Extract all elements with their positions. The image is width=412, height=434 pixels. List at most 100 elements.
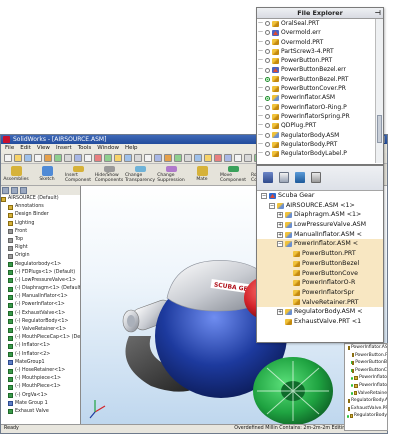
feature-tree-item[interactable]: (-) MouthPieceCap<1> (Default) — [1, 334, 80, 342]
menu-item-window[interactable]: Window — [97, 144, 119, 153]
tool-assembly-button[interactable]: Assemblies — [3, 166, 29, 183]
toolbar-icon[interactable] — [34, 154, 42, 162]
feature-tree-item[interactable]: (-) LowPressureValve<1> — [1, 277, 80, 285]
toolbar-icon[interactable] — [214, 154, 222, 162]
menu-item-edit[interactable]: Edit — [20, 144, 31, 153]
feature-tree-item[interactable]: (-) PowerInflator<1> — [1, 301, 80, 309]
feature-tree-item[interactable]: (-) HoseRetainer<1> — [1, 367, 80, 375]
feature-tree-item[interactable]: (-) RegulatorBody<1> — [1, 318, 80, 326]
toolbar-icon[interactable] — [114, 154, 122, 162]
file-list-item[interactable]: — RegulatorBody.PRT — [257, 140, 375, 149]
feature-tree-item[interactable]: Mate Group 1 — [1, 400, 80, 408]
tool-hide-show-button[interactable]: Hide/Show Components — [95, 166, 123, 183]
collapse-icon[interactable]: − — [269, 202, 275, 209]
toolbar-icon[interactable] — [184, 154, 192, 162]
feature-tree-root[interactable]: AIRSOURCE (Default) — [1, 195, 80, 203]
toolbar-icon[interactable] — [44, 154, 52, 162]
assembly-tree-item[interactable]: + LowPressureValve.ASM — [257, 220, 383, 230]
feature-tree-item[interactable]: Top — [1, 236, 80, 244]
file-list-item[interactable]: — PowerButtonBezel.PRT — [257, 75, 375, 84]
secondary-tree-item[interactable]: RegulatorBody.ASM — [345, 397, 387, 405]
tool-transparency-button[interactable]: Change Transparency — [125, 166, 155, 183]
secondary-tree-item[interactable]: ValveRetaine — [345, 390, 387, 398]
feature-tree-item[interactable]: (-) Mouthpiece<1> — [1, 375, 80, 383]
document-icon[interactable] — [279, 172, 289, 183]
view-icon[interactable] — [311, 172, 321, 183]
secondary-tree-item[interactable]: PowerInflator.ASM — [345, 344, 387, 352]
toolbar-icon[interactable] — [244, 154, 252, 162]
file-list-item[interactable]: — RegulatorBody.ASM — [257, 131, 375, 140]
toolbar-icon[interactable] — [84, 154, 92, 162]
assembly-tree-item[interactable]: PowerInflatorO-R — [257, 278, 383, 288]
expand-icon[interactable]: + — [277, 309, 283, 316]
secondary-tree-item[interactable]: PowerInflato — [345, 374, 387, 382]
refresh-icon[interactable] — [263, 172, 273, 183]
menu-item-view[interactable]: View — [37, 144, 50, 153]
toolbar-icon[interactable] — [194, 154, 202, 162]
tool-suppression-button[interactable]: Change Suppression — [157, 166, 185, 183]
feature-tree-item[interactable]: Design Binder — [1, 211, 80, 219]
toolbar-icon[interactable] — [174, 154, 182, 162]
feature-tree-item[interactable]: (-) ExhaustValve<1> — [1, 310, 80, 318]
toolbar-icon[interactable] — [4, 154, 12, 162]
feature-tree-item[interactable]: (-) Inflator<1> — [1, 342, 80, 350]
tool-insert-component-button[interactable]: Insert Component — [65, 166, 91, 183]
toolbar-icon[interactable] — [74, 154, 82, 162]
assembly-tree-root[interactable]: − Scuba Gear — [257, 191, 383, 201]
file-list-item[interactable]: — OralSeal.PRT — [257, 19, 375, 28]
feature-tree-item[interactable]: Right — [1, 244, 80, 252]
feature-tree-item[interactable]: Origin — [1, 252, 80, 260]
assembly-tree-item[interactable]: + RegulatorBody.ASM < — [257, 307, 383, 317]
pin-icon[interactable]: ⊣ — [375, 8, 381, 18]
expand-icon[interactable]: + — [277, 221, 283, 228]
feature-tree-item[interactable]: Front — [1, 228, 80, 236]
feature-tree-item[interactable]: (-) MouthPiece<1> — [1, 383, 80, 391]
expand-icon[interactable]: + — [277, 231, 283, 238]
file-list-item[interactable]: — PowerInflator.ASM — [257, 93, 375, 102]
feature-tree-item[interactable]: MateGroup1 — [1, 359, 80, 367]
file-list-item[interactable]: — PowerInflatorO-Ring.P — [257, 103, 375, 112]
assembly-tree-item[interactable]: + Diaphragm.ASM <1> — [257, 210, 383, 220]
config-tab-icon[interactable] — [20, 187, 27, 194]
feature-tab-icon[interactable] — [2, 187, 9, 194]
feature-tree-item[interactable]: (-) Inflator<2> — [1, 351, 80, 359]
toolbar-icon[interactable] — [134, 154, 142, 162]
feature-tree-item[interactable]: (-) OrgVa<1> — [1, 392, 80, 400]
file-list-item[interactable]: — PartScrew3-4.PRT — [257, 47, 375, 56]
file-list-item[interactable]: — PowerButtonBezel.err — [257, 65, 375, 74]
assembly-tree-item[interactable]: PowerButton.PRT — [257, 249, 383, 259]
tool-sketch-button[interactable]: Sketch — [36, 166, 58, 183]
assembly-tree-item[interactable]: PowerInflatorSpr — [257, 287, 383, 298]
properties-icon[interactable] — [295, 172, 305, 183]
file-list-item[interactable]: — PowerButtonCover.PR — [257, 84, 375, 93]
secondary-tree-item[interactable]: PowerInflato — [345, 382, 387, 390]
feature-tree-item[interactable]: (-) ManualInflator<1> — [1, 293, 80, 301]
assembly-tree-item[interactable]: ExhaustValve.PRT <1 — [257, 317, 383, 327]
secondary-tree-item[interactable]: PowerButtonB — [345, 359, 387, 367]
toolbar-icon[interactable] — [154, 154, 162, 162]
secondary-tree-item[interactable]: PowerButtonC — [345, 367, 387, 375]
toolbar-icon[interactable] — [104, 154, 112, 162]
assembly-tree-item[interactable]: PowerButtonCove — [257, 268, 383, 279]
toolbar-icon[interactable] — [64, 154, 72, 162]
file-list-item[interactable]: — PowerInflatorSpring.PR — [257, 112, 375, 121]
toolbar-icon[interactable] — [234, 154, 242, 162]
feature-tree-item[interactable]: (-) Diaphragm<1> (Default) — [1, 285, 80, 293]
toolbar-icon[interactable] — [144, 154, 152, 162]
toolbar-icon[interactable] — [164, 154, 172, 162]
assembly-tree-item[interactable]: − AIRSOURCE.ASM <1> — [257, 201, 383, 211]
assembly-tree-item[interactable]: PowerButtonBezel — [257, 258, 383, 269]
scrollbar-thumb[interactable] — [377, 115, 382, 143]
file-list-item[interactable]: — Overmold.err — [257, 28, 375, 37]
file-list-item[interactable]: — RegulatorBodyLabel.P — [257, 149, 375, 158]
file-list-scrollbar[interactable] — [375, 19, 383, 163]
secondary-tree-item[interactable]: RegulatorBody — [345, 412, 387, 420]
menu-item-tools[interactable]: Tools — [78, 144, 92, 153]
toolbar-icon[interactable] — [204, 154, 212, 162]
collapse-icon[interactable]: − — [277, 241, 283, 248]
property-tab-icon[interactable] — [11, 187, 18, 194]
tool-move-component-button[interactable]: Move Component — [220, 166, 246, 183]
feature-tree-item[interactable]: (-) FDPlugs<1> (Default) — [1, 269, 80, 277]
toolbar-icon[interactable] — [14, 154, 22, 162]
toolbar-icon[interactable] — [224, 154, 232, 162]
